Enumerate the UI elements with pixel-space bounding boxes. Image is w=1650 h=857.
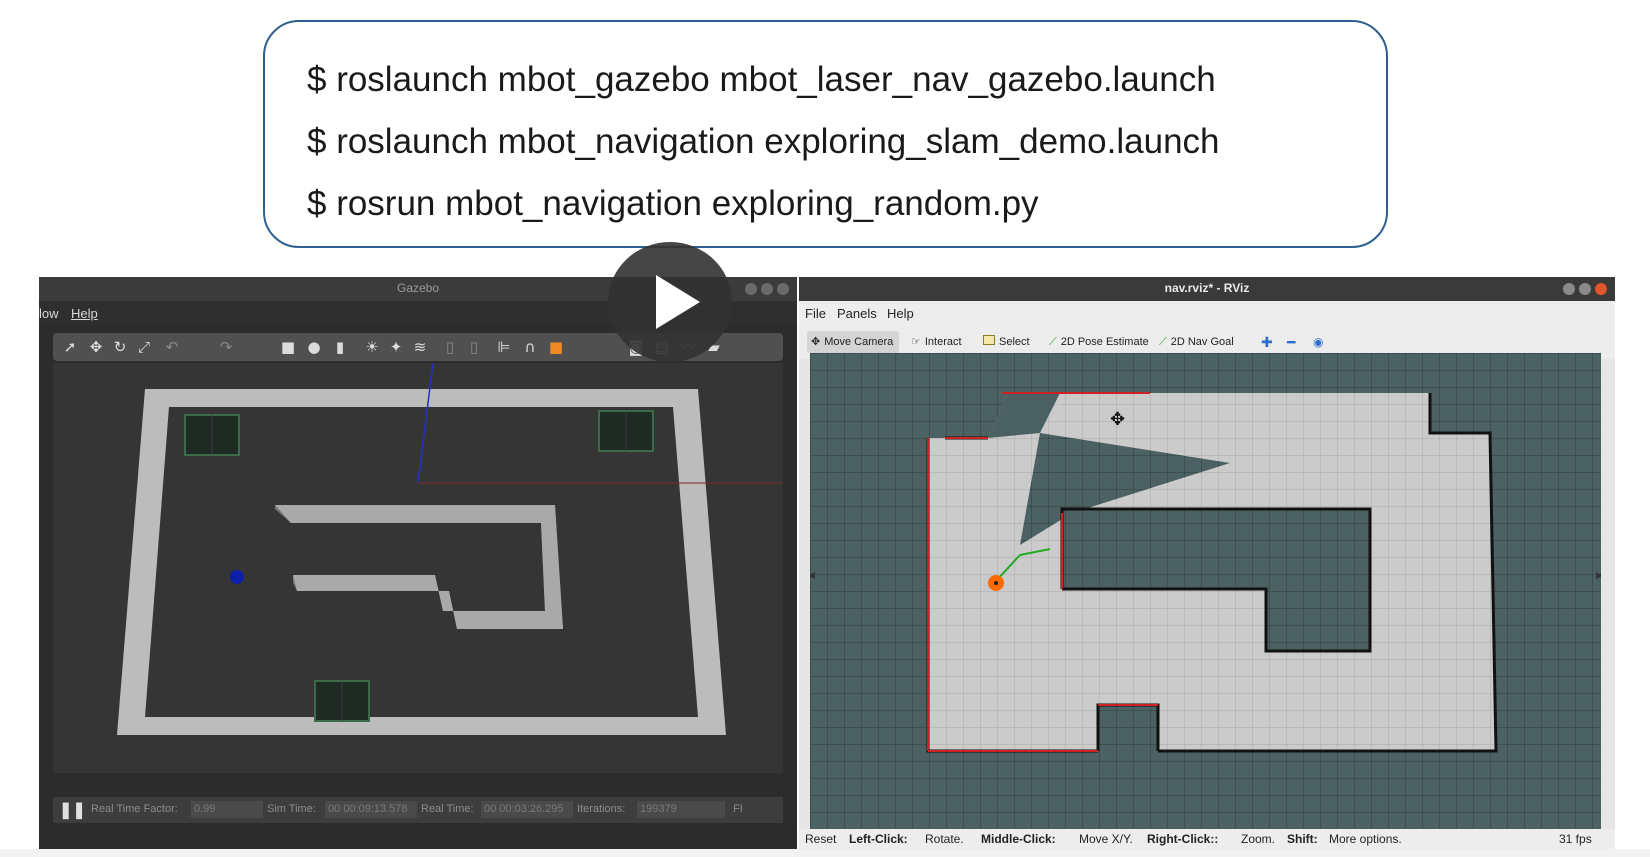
left-click-label: Left-Click: [849, 832, 908, 846]
color-icon[interactable]: ■ [547, 338, 565, 356]
align-icon[interactable]: ⊫ [495, 338, 513, 356]
command-line-3: $ rosrun mbot_navigation exploring_rando… [307, 184, 1039, 223]
remove-tool-icon[interactable]: ━ [1287, 331, 1295, 353]
gazebo-status-bar: ❚❚ Real Time Factor: 0.99 Sim Time: 00 0… [53, 797, 783, 823]
rotate-icon[interactable]: ↻ [111, 338, 129, 356]
gazebo-3d-viewport[interactable] [53, 363, 783, 773]
move-camera-tool[interactable]: ✥ Move Camera [807, 331, 899, 353]
rviz-title: nav.rviz* - RViz [1164, 281, 1250, 295]
snap-icon[interactable]: ∩ [521, 338, 539, 356]
menu-file[interactable]: File [805, 306, 826, 321]
right-collapse-icon[interactable]: ▶ [1596, 571, 1601, 581]
directional-light-icon[interactable]: ≋ [411, 338, 429, 356]
select-tool[interactable]: Select [983, 331, 1030, 353]
maximize-icon[interactable] [761, 283, 773, 295]
real-time-label: Real Time: [421, 803, 474, 815]
gazebo-window: Gazebo low Help ➚ ✥ ↻ ⤢ ↶ ↷ ■ ● ▮ ☀ ✦ ≋ … [39, 277, 797, 849]
fps-label: FI [733, 803, 743, 815]
nav-goal-tool[interactable]: ⟋ 2D Nav Goal [1159, 331, 1234, 353]
add-tool-icon[interactable]: ✚ [1261, 331, 1273, 353]
goal-arrow-icon: ⟋ [1159, 336, 1167, 348]
real-time-value: 00 00:03:26.295 [481, 801, 573, 818]
spot-light-icon[interactable]: ✦ [387, 338, 405, 356]
rviz-menu-bar: File Panels Help [799, 301, 1615, 325]
iterations-label: Iterations: [577, 803, 626, 815]
rtf-label: Real Time Factor: [91, 803, 178, 815]
point-light-icon[interactable]: ☀ [363, 338, 381, 356]
menu-help[interactable]: Help [887, 306, 914, 321]
robot-marker [230, 570, 244, 584]
translate-icon[interactable]: ✥ [87, 338, 105, 356]
page-bottom-strip [0, 849, 1650, 857]
command-line-2: $ roslaunch mbot_navigation exploring_sl… [307, 122, 1220, 161]
command-line-1: $ roslaunch mbot_gazebo mbot_laser_nav_g… [307, 60, 1216, 99]
sim-time-label: Sim Time: [267, 803, 316, 815]
redo-icon[interactable]: ↷ [217, 338, 235, 356]
pause-icon[interactable]: ❚❚ [59, 800, 86, 820]
pose-arrow-icon: ⟋ [1049, 336, 1057, 348]
close-icon[interactable] [777, 283, 789, 295]
play-icon [656, 275, 700, 329]
select-box-icon [983, 335, 995, 345]
rtf-value: 0.99 [191, 801, 263, 818]
crate-top-left [184, 414, 240, 456]
select-arrow-icon[interactable]: ➚ [61, 338, 79, 356]
right-click-desc: Zoom. [1241, 832, 1276, 846]
left-collapse-icon[interactable]: ◀ [810, 571, 815, 581]
undo-icon[interactable]: ↶ [163, 338, 181, 356]
right-click-label: Right-Click:: [1147, 832, 1219, 846]
view-eye-icon[interactable]: ◉ [1313, 331, 1323, 353]
sphere-shape-icon[interactable]: ● [305, 338, 323, 356]
iterations-value: 199379 [637, 801, 725, 818]
rviz-title-bar: nav.rviz* - RViz [799, 277, 1615, 301]
rviz-map-viewport[interactable]: ✥ ◀ ▶ [810, 353, 1601, 829]
minimize-icon[interactable] [1563, 283, 1575, 295]
middle-click-desc: Move X/Y. [1079, 832, 1133, 846]
menu-window[interactable]: low [39, 306, 59, 321]
shift-label: Shift: [1287, 832, 1318, 846]
scale-icon[interactable]: ⤢ [135, 338, 153, 356]
menu-help[interactable]: Help [71, 306, 98, 321]
rviz-window: nav.rviz* - RViz File Panels Help ✥ Move … [799, 277, 1615, 849]
paste-icon[interactable]: ▯ [465, 338, 483, 356]
shift-desc: More options. [1329, 832, 1402, 846]
crate-bottom [314, 680, 370, 722]
move-camera-icon: ✥ [811, 336, 821, 348]
close-icon[interactable] [1595, 283, 1607, 295]
crate-top-right [598, 410, 654, 452]
fps-readout: 31 fps [1559, 832, 1592, 846]
left-click-desc: Rotate. [925, 832, 964, 846]
rviz-status-bar: Reset Left-Click: Rotate. Middle-Click: … [799, 829, 1615, 849]
cylinder-shape-icon[interactable]: ▮ [331, 338, 349, 356]
middle-click-label: Middle-Click: [981, 832, 1056, 846]
minimize-icon[interactable] [745, 283, 757, 295]
interact-tool[interactable]: ☞ Interact [911, 331, 962, 353]
menu-panels[interactable]: Panels [837, 306, 877, 321]
box-shape-icon[interactable]: ■ [279, 338, 297, 356]
maximize-icon[interactable] [1579, 283, 1591, 295]
hand-icon: ☞ [911, 336, 921, 348]
copy-icon[interactable]: ▯ [441, 338, 459, 356]
command-box: $ roslaunch mbot_gazebo mbot_laser_nav_g… [263, 20, 1388, 248]
pose-estimate-tool[interactable]: ⟋ 2D Pose Estimate [1049, 331, 1149, 353]
move-cursor-icon: ✥ [1110, 409, 1125, 430]
reset-button[interactable]: Reset [805, 832, 836, 846]
video-play-button[interactable] [608, 242, 732, 362]
sim-time-value: 00 00:09:13.578 [325, 801, 417, 818]
